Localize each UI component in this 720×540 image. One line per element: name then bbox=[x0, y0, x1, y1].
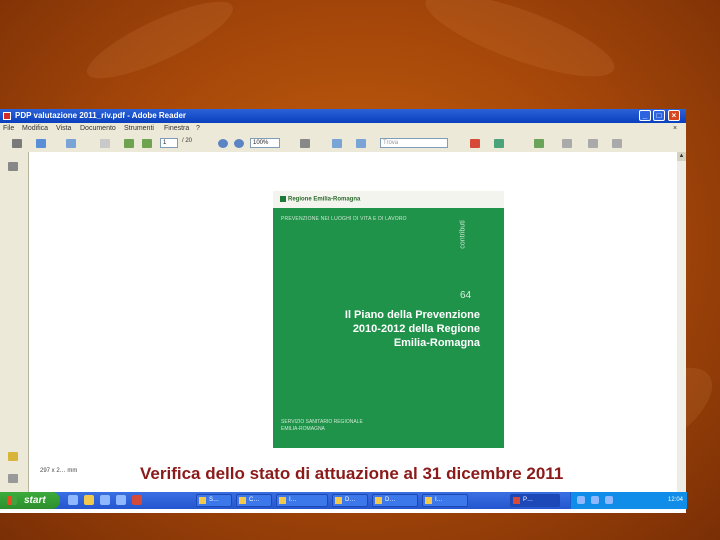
menu-finestra[interactable]: Finestra bbox=[164, 123, 189, 135]
window-icon bbox=[279, 497, 286, 504]
hand-tool-icon[interactable] bbox=[66, 139, 76, 148]
taskbar-task-active[interactable]: P… bbox=[510, 494, 560, 507]
slide-caption: Verifica dello stato di attuazione al 31… bbox=[140, 464, 564, 483]
form-icon[interactable] bbox=[534, 139, 544, 148]
acrobat-icon bbox=[513, 497, 520, 504]
tray-icon[interactable] bbox=[591, 496, 599, 504]
zoom-in-icon[interactable] bbox=[234, 139, 244, 148]
cover-footer-line: EMILIA-ROMAGNA bbox=[281, 426, 325, 432]
menu-help[interactable]: ? bbox=[196, 123, 200, 135]
cover-footer-line: SERVIZIO SANITARIO REGIONALE bbox=[281, 419, 363, 425]
background-streak bbox=[417, 0, 623, 93]
zoom-select[interactable]: 100% bbox=[250, 138, 280, 148]
sign-icon[interactable] bbox=[562, 139, 572, 148]
cover-title: Il Piano della Prevenzione 2010-2012 del… bbox=[280, 308, 480, 350]
menu-documento[interactable]: Documento bbox=[80, 123, 116, 135]
quicklaunch-ie-icon[interactable] bbox=[68, 495, 78, 505]
start-label: start bbox=[24, 495, 46, 506]
minimize-button[interactable]: _ bbox=[639, 110, 651, 121]
navigation-panel bbox=[0, 152, 29, 507]
page-number-input[interactable]: 1 bbox=[160, 138, 178, 148]
taskbar-task[interactable]: S… bbox=[196, 494, 232, 507]
document-icon bbox=[375, 497, 382, 504]
print-icon[interactable] bbox=[12, 139, 22, 148]
menu-file[interactable]: File bbox=[3, 123, 14, 135]
fit-page-icon[interactable] bbox=[332, 139, 342, 148]
tray-clock: 12:04 bbox=[667, 497, 683, 503]
next-page-icon[interactable] bbox=[142, 139, 152, 148]
pdf-icon bbox=[3, 112, 11, 120]
review-icon[interactable] bbox=[470, 139, 480, 148]
snapshot-icon[interactable] bbox=[300, 139, 310, 148]
tools-icon[interactable] bbox=[494, 139, 504, 148]
cover-title-line: Emilia-Romagna bbox=[393, 337, 480, 349]
cover-footer: SERVIZIO SANITARIO REGIONALE EMILIA-ROMA… bbox=[281, 419, 363, 433]
quicklaunch-media-icon[interactable] bbox=[100, 495, 110, 505]
taskbar-task[interactable]: C… bbox=[236, 494, 272, 507]
folder-icon bbox=[239, 497, 246, 504]
region-logo-icon bbox=[280, 196, 286, 202]
attachments-panel-icon[interactable] bbox=[8, 452, 18, 461]
attach-icon[interactable] bbox=[588, 139, 598, 148]
browser-icon bbox=[425, 497, 432, 504]
windows-logo-icon bbox=[7, 496, 17, 505]
document-close-icon[interactable]: × bbox=[673, 123, 677, 135]
window-titlebar[interactable]: PDP valutazione 2011_riv.pdf - Adobe Rea… bbox=[0, 109, 686, 123]
start-button[interactable]: start bbox=[0, 492, 60, 509]
vertical-scrollbar[interactable]: ▲ ▼ bbox=[677, 152, 686, 507]
quicklaunch-folder-icon[interactable] bbox=[84, 495, 94, 505]
taskbar-task[interactable]: I… bbox=[422, 494, 468, 507]
background-streak bbox=[79, 0, 241, 92]
comment-icon[interactable] bbox=[612, 139, 622, 148]
toolbar: 1 / 20 100% Trova bbox=[0, 135, 686, 153]
folder-icon bbox=[199, 497, 206, 504]
tray-icon[interactable] bbox=[605, 496, 613, 504]
pages-panel-icon[interactable] bbox=[8, 162, 18, 171]
email-icon[interactable] bbox=[36, 139, 46, 148]
quicklaunch-word-icon[interactable] bbox=[116, 495, 126, 505]
document-icon bbox=[335, 497, 342, 504]
zoom-out-icon[interactable] bbox=[218, 139, 228, 148]
menu-modifica[interactable]: Modifica bbox=[22, 123, 48, 135]
cover-number: 64 bbox=[460, 290, 472, 301]
page-total: / 20 bbox=[182, 138, 193, 144]
previous-page-icon[interactable] bbox=[124, 139, 134, 148]
menu-vista[interactable]: Vista bbox=[56, 123, 71, 135]
select-tool-icon[interactable] bbox=[100, 139, 110, 148]
fit-width-icon[interactable] bbox=[356, 139, 366, 148]
cover-logo: Regione Emilia-Romagna bbox=[280, 196, 360, 203]
cover-series-title: PREVENZIONE NEI LUOGHI DI VITA E DI LAVO… bbox=[281, 216, 407, 222]
maximize-button[interactable]: □ bbox=[653, 110, 665, 121]
tray-icon[interactable] bbox=[577, 496, 585, 504]
scroll-up-icon[interactable]: ▲ bbox=[677, 152, 686, 161]
close-button[interactable]: × bbox=[668, 110, 680, 121]
quicklaunch-acrobat-icon[interactable] bbox=[132, 495, 142, 505]
cover-side-label: contributi bbox=[459, 220, 467, 249]
cover-logo-text: Regione Emilia-Romagna bbox=[288, 196, 361, 203]
menu-bar: File Modifica Vista Documento Strumenti … bbox=[0, 123, 686, 135]
windows-taskbar: start S… C… I… D… D… I… P… 12:04 bbox=[0, 492, 687, 509]
search-input[interactable]: Trova bbox=[380, 138, 448, 148]
cover-title-line: 2010-2012 della Regione bbox=[352, 323, 480, 335]
menu-strumenti[interactable]: Strumenti bbox=[124, 123, 154, 135]
taskbar-task[interactable]: I… bbox=[276, 494, 328, 507]
system-tray: 12:04 bbox=[570, 492, 687, 509]
taskbar-task[interactable]: D… bbox=[372, 494, 418, 507]
taskbar-task[interactable]: D… bbox=[332, 494, 368, 507]
pdf-cover-page: Regione Emilia-Romagna PREVENZIONE NEI L… bbox=[273, 191, 504, 448]
cover-title-line: Il Piano della Prevenzione bbox=[344, 309, 480, 321]
window-title: PDP valutazione 2011_riv.pdf - Adobe Rea… bbox=[15, 111, 187, 120]
